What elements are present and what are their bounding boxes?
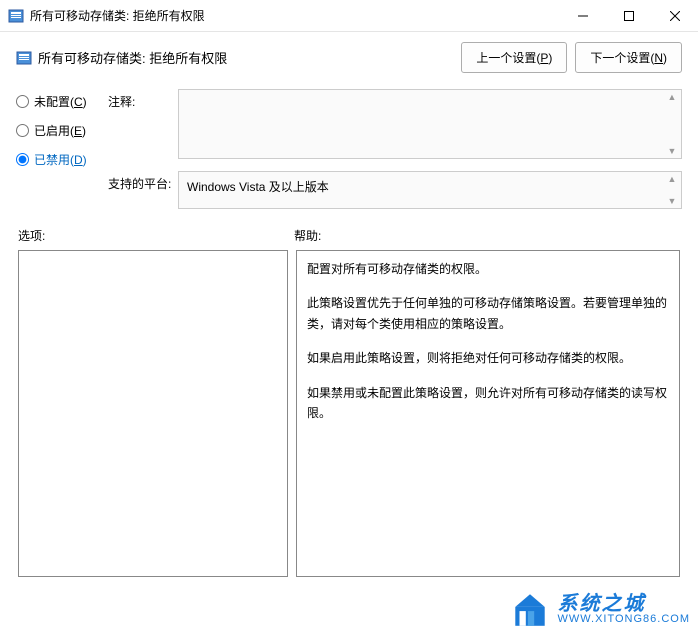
radio-disabled[interactable]: 已禁用(D): [16, 151, 108, 168]
help-label: 帮助:: [294, 227, 321, 244]
options-panel: [18, 250, 288, 577]
scrollbar[interactable]: ▲▼: [665, 174, 679, 206]
platform-label: 支持的平台:: [108, 171, 178, 209]
help-text: 此策略设置优先于任何单独的可移动存储策略设置。若要管理单独的类，请对每个类使用相…: [307, 293, 669, 334]
titlebar: 所有可移动存储类: 拒绝所有权限: [0, 0, 698, 32]
maximize-button[interactable]: [606, 0, 652, 32]
help-text: 如果禁用或未配置此策略设置，则允许对所有可移动存储类的读写权限。: [307, 383, 669, 424]
next-setting-button[interactable]: 下一个设置(N): [575, 42, 682, 73]
policy-title: 所有可移动存储类: 拒绝所有权限: [38, 48, 461, 67]
platform-text: Windows Vista 及以上版本: [187, 180, 329, 194]
help-panel: 配置对所有可移动存储类的权限。 此策略设置优先于任何单独的可移动存储策略设置。若…: [296, 250, 680, 577]
watermark-logo-icon: [509, 588, 551, 630]
policy-icon: [8, 8, 24, 24]
subheader: 所有可移动存储类: 拒绝所有权限 上一个设置(P) 下一个设置(N): [16, 42, 682, 73]
comment-label: 注释:: [108, 89, 178, 159]
minimize-button[interactable]: [560, 0, 606, 32]
watermark-title: 系统之城: [557, 594, 690, 614]
options-label: 选项:: [18, 227, 294, 244]
close-button[interactable]: [652, 0, 698, 32]
radio-not-configured-input[interactable]: [16, 95, 29, 108]
radio-not-configured[interactable]: 未配置(C): [16, 93, 108, 110]
radio-enabled-input[interactable]: [16, 124, 29, 137]
window-title: 所有可移动存储类: 拒绝所有权限: [30, 7, 560, 24]
comment-textarea[interactable]: ▲▼: [178, 89, 682, 159]
policy-icon: [16, 50, 32, 66]
watermark: 系统之城 WWW.XITONG86.COM: [509, 588, 690, 630]
watermark-url: WWW.XITONG86.COM: [557, 614, 690, 625]
radio-enabled[interactable]: 已启用(E): [16, 122, 108, 139]
help-text: 如果启用此策略设置，则将拒绝对任何可移动存储类的权限。: [307, 348, 669, 368]
supported-platform-box: Windows Vista 及以上版本 ▲▼: [178, 171, 682, 209]
previous-setting-button[interactable]: 上一个设置(P): [461, 42, 567, 73]
scrollbar[interactable]: ▲▼: [665, 92, 679, 156]
radio-disabled-input[interactable]: [16, 153, 29, 166]
help-text: 配置对所有可移动存储类的权限。: [307, 259, 669, 279]
window-controls: [560, 0, 698, 31]
